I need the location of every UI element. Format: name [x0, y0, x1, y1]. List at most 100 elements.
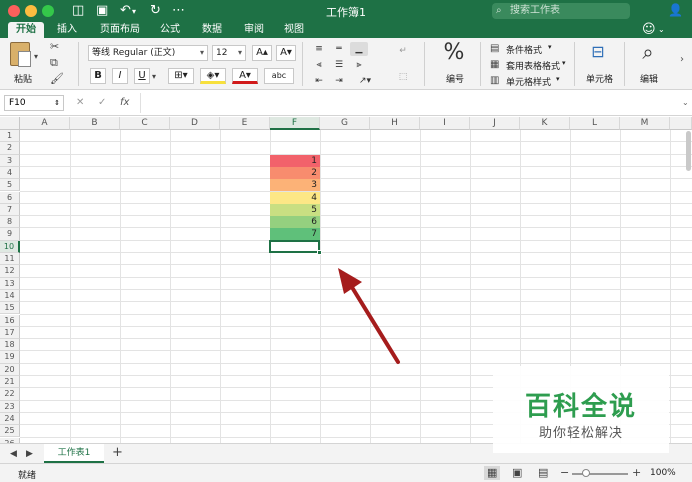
table-format-button[interactable]: ▦ 套用表格格式 ▾	[490, 58, 570, 72]
row-header[interactable]: 14	[0, 289, 20, 303]
column-header[interactable]: G	[320, 117, 370, 130]
column-header[interactable]: A	[20, 117, 70, 130]
row-header[interactable]: 23	[0, 400, 20, 413]
selected-cell[interactable]	[269, 239, 320, 253]
align-center-button[interactable]: ☰	[330, 58, 348, 72]
conditional-format-button[interactable]: ▤ 条件格式 ▾	[490, 42, 570, 56]
fill-handle[interactable]	[317, 250, 322, 255]
ribbon-expand-icon[interactable]: ›	[680, 54, 684, 65]
cancel-icon[interactable]: ✕	[76, 95, 84, 111]
add-sheet-button[interactable]: +	[112, 446, 123, 460]
data-cell[interactable]: 5	[270, 203, 320, 217]
row-header[interactable]: 4	[0, 166, 20, 180]
row-header[interactable]: 6	[0, 191, 20, 204]
row-header[interactable]: 11	[0, 253, 20, 266]
font-color-button[interactable]: A▾	[232, 68, 258, 84]
row-header[interactable]: 8	[0, 216, 20, 229]
tab-view[interactable]: 视图	[276, 22, 312, 38]
row-header[interactable]: 15	[0, 302, 20, 315]
row-header[interactable]: 7	[0, 203, 20, 217]
row-header[interactable]: 10	[0, 240, 20, 253]
row-header[interactable]: 16	[0, 314, 20, 327]
tab-review[interactable]: 审阅	[236, 22, 272, 38]
align-bottom-button[interactable]: ▁	[350, 42, 368, 56]
font-size-dropdown[interactable]: 12 ▾	[212, 45, 246, 61]
cell-style-button[interactable]: ▥ 单元格样式 ▾	[490, 74, 570, 88]
zoom-slider[interactable]	[572, 473, 628, 475]
column-header[interactable]: F	[270, 117, 320, 130]
zoom-out-button[interactable]: −	[560, 466, 569, 480]
wrap-text-button[interactable]: ↵	[394, 44, 412, 58]
add-user-icon[interactable]: 👤	[668, 3, 683, 17]
decrease-indent-button[interactable]: ⇤	[310, 74, 328, 88]
increase-font-size-button[interactable]: A▴	[252, 45, 272, 61]
column-header[interactable]: M	[620, 117, 670, 130]
tab-page-layout[interactable]: 页面布局	[92, 22, 148, 38]
align-middle-button[interactable]: ═	[330, 42, 348, 56]
italic-button[interactable]: I	[112, 68, 128, 84]
format-painter-icon[interactable]: 🖌	[50, 72, 64, 86]
paste-dropdown-icon[interactable]: ▾	[34, 50, 38, 64]
data-cell[interactable]: 2	[270, 166, 320, 180]
tab-home[interactable]: 开始	[8, 22, 44, 38]
next-sheet-icon[interactable]: ▶	[26, 447, 33, 461]
row-header[interactable]: 12	[0, 265, 20, 278]
underline-dropdown-icon[interactable]: ▾	[152, 70, 156, 84]
data-cell[interactable]: 3	[270, 179, 320, 192]
underline-button[interactable]: U	[134, 68, 150, 84]
row-header[interactable]: 18	[0, 339, 20, 352]
row-header[interactable]: 3	[0, 154, 20, 167]
search-sheet-input[interactable]: ⌕ 搜索工作表	[492, 3, 630, 19]
formula-expand-icon[interactable]: ⌄	[682, 95, 689, 111]
data-cell[interactable]: 6	[270, 216, 320, 229]
align-left-button[interactable]: ⫷	[310, 58, 328, 72]
tab-insert[interactable]: 插入	[50, 22, 84, 38]
row-header[interactable]: 13	[0, 277, 20, 290]
insert-function-icon[interactable]: fx	[120, 95, 129, 111]
column-header[interactable]: L	[570, 117, 620, 130]
name-box[interactable]: F10 ⇕	[4, 95, 64, 111]
row-header[interactable]: 5	[0, 179, 20, 192]
row-header[interactable]: 24	[0, 412, 20, 426]
cells-icon[interactable]: ⊟	[580, 42, 616, 61]
column-header[interactable]: J	[470, 117, 520, 130]
row-header[interactable]: 25	[0, 425, 20, 438]
tab-formulas[interactable]: 公式	[152, 22, 188, 38]
font-name-dropdown[interactable]: 等线 Regular (正文) ▾	[88, 45, 208, 61]
paste-icon[interactable]	[10, 42, 31, 67]
align-top-button[interactable]: ≡	[310, 42, 328, 56]
select-all-corner[interactable]	[0, 117, 20, 130]
row-header[interactable]: 22	[0, 388, 20, 401]
find-icon[interactable]: ⌕	[630, 40, 666, 64]
phonetic-button[interactable]: abc	[264, 68, 294, 84]
row-header[interactable]: 1	[0, 130, 20, 143]
row-header[interactable]: 17	[0, 326, 20, 340]
number-format-button[interactable]: %	[436, 40, 472, 65]
copy-icon[interactable]: ⧉	[50, 56, 58, 70]
align-right-button[interactable]: ⫸	[350, 58, 368, 72]
column-header[interactable]: B	[70, 117, 120, 130]
feedback-smiley-icon[interactable]: ☺	[642, 22, 656, 38]
column-header[interactable]: K	[520, 117, 570, 130]
data-cell[interactable]: 1	[270, 154, 320, 167]
prev-sheet-icon[interactable]: ◀	[10, 447, 17, 461]
sheet-tab-1[interactable]: 工作表1	[44, 444, 104, 463]
borders-button[interactable]: ⊞▾	[168, 68, 194, 84]
column-header[interactable]: I	[420, 117, 470, 130]
row-header[interactable]: 2	[0, 142, 20, 155]
increase-indent-button[interactable]: ⇥	[330, 74, 348, 88]
row-header[interactable]: 19	[0, 351, 20, 364]
bold-button[interactable]: B	[90, 68, 106, 84]
merge-center-button[interactable]: ⬚	[394, 70, 412, 84]
cut-icon[interactable]: ✂	[50, 40, 59, 54]
ribbon-collapse-icon[interactable]: ⌄	[658, 22, 665, 38]
row-header[interactable]: 20	[0, 363, 20, 376]
zoom-slider-thumb[interactable]	[582, 469, 590, 477]
formula-input[interactable]	[140, 93, 684, 113]
decrease-font-size-button[interactable]: A▾	[276, 45, 296, 61]
normal-view-icon[interactable]: ▦	[484, 466, 501, 480]
data-cell[interactable]: 4	[270, 191, 320, 204]
zoom-in-button[interactable]: +	[632, 466, 641, 480]
fill-color-button[interactable]: ◈▾	[200, 68, 226, 84]
page-break-view-icon[interactable]: ▤	[538, 466, 548, 480]
